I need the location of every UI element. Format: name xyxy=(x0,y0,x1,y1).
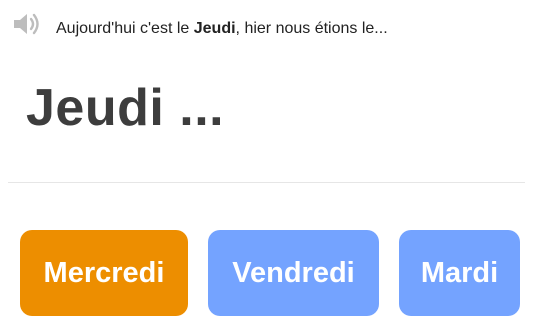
prompt-sentence: Aujourd'hui c'est le Jeudi, hier nous ét… xyxy=(56,20,388,38)
choice-button-mercredi[interactable]: Mercredi xyxy=(20,230,188,316)
prompt-emphasis: Jeudi xyxy=(193,20,236,37)
divider xyxy=(8,182,525,183)
choice-button-vendredi[interactable]: Vendredi xyxy=(208,230,379,316)
prompt-suffix: , hier nous étions le... xyxy=(235,20,388,37)
question-text: Jeudi ... xyxy=(26,79,225,137)
exercise-screen: Aujourd'hui c'est le Jeudi, hier nous ét… xyxy=(0,0,533,332)
speaker-icon[interactable] xyxy=(12,10,42,38)
choice-button-mardi[interactable]: Mardi xyxy=(399,230,520,316)
prompt-prefix: Aujourd'hui c'est le xyxy=(56,20,194,37)
